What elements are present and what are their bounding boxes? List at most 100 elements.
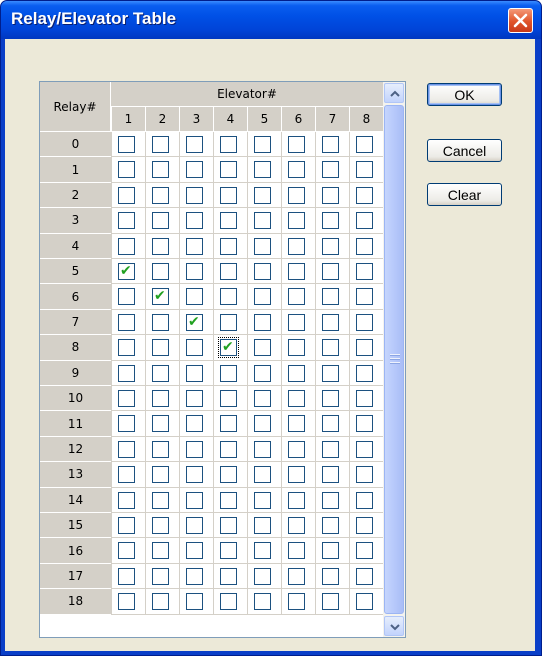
relay-elevator-checkbox[interactable] <box>254 364 271 382</box>
relay-elevator-checkbox[interactable] <box>220 593 237 611</box>
relay-elevator-checkbox[interactable] <box>186 440 203 458</box>
relay-elevator-checkbox[interactable] <box>322 136 339 153</box>
relay-elevator-checkbox[interactable] <box>322 593 339 611</box>
relay-elevator-checkbox[interactable] <box>288 339 305 357</box>
relay-elevator-checkbox[interactable] <box>220 161 237 179</box>
relay-elevator-checkbox[interactable]: ✔ <box>118 263 135 280</box>
relay-elevator-checkbox[interactable] <box>322 440 339 458</box>
relay-elevator-checkbox[interactable] <box>288 237 305 255</box>
relay-elevator-checkbox[interactable] <box>322 415 339 433</box>
relay-elevator-checkbox[interactable] <box>288 313 305 331</box>
relay-elevator-checkbox[interactable] <box>288 136 305 153</box>
relay-elevator-checkbox[interactable] <box>118 186 135 204</box>
title-bar[interactable]: Relay/Elevator Table <box>1 1 541 39</box>
relay-elevator-checkbox[interactable] <box>186 466 203 484</box>
relay-elevator-checkbox[interactable] <box>288 593 305 611</box>
relay-elevator-checkbox[interactable] <box>220 517 237 534</box>
relay-elevator-checkbox[interactable]: ✔ <box>152 288 169 306</box>
clear-button[interactable]: Clear <box>427 183 502 206</box>
relay-elevator-checkbox[interactable] <box>152 567 169 585</box>
relay-elevator-checkbox[interactable] <box>356 136 373 153</box>
relay-elevator-checkbox[interactable] <box>220 491 237 509</box>
relay-elevator-checkbox[interactable] <box>186 161 203 179</box>
close-button[interactable] <box>508 8 533 33</box>
relay-elevator-checkbox[interactable]: ✔ <box>218 337 239 359</box>
relay-elevator-checkbox[interactable] <box>322 237 339 255</box>
scroll-down-button[interactable] <box>384 616 404 636</box>
relay-elevator-checkbox[interactable] <box>152 415 169 433</box>
vertical-scrollbar[interactable] <box>383 82 405 637</box>
relay-elevator-checkbox[interactable] <box>322 390 339 407</box>
relay-elevator-checkbox[interactable] <box>152 161 169 179</box>
relay-elevator-checkbox[interactable] <box>322 466 339 484</box>
relay-elevator-checkbox[interactable] <box>356 440 373 458</box>
relay-elevator-checkbox[interactable] <box>152 136 169 153</box>
relay-elevator-checkbox[interactable] <box>288 415 305 433</box>
scroll-up-button[interactable] <box>384 83 404 103</box>
relay-elevator-checkbox[interactable] <box>220 390 237 407</box>
relay-elevator-checkbox[interactable] <box>288 390 305 407</box>
relay-elevator-checkbox[interactable] <box>186 288 203 306</box>
relay-elevator-checkbox[interactable] <box>356 567 373 585</box>
relay-elevator-checkbox[interactable] <box>186 364 203 382</box>
relay-elevator-checkbox[interactable] <box>152 212 169 230</box>
relay-elevator-checkbox[interactable] <box>220 466 237 484</box>
relay-elevator-checkbox[interactable] <box>152 466 169 484</box>
relay-elevator-checkbox[interactable] <box>356 542 373 560</box>
relay-elevator-checkbox[interactable] <box>356 517 373 534</box>
relay-elevator-checkbox[interactable] <box>322 161 339 179</box>
relay-elevator-checkbox[interactable] <box>186 567 203 585</box>
relay-elevator-checkbox[interactable] <box>186 491 203 509</box>
relay-elevator-checkbox[interactable] <box>254 466 271 484</box>
relay-elevator-checkbox[interactable] <box>356 491 373 509</box>
relay-elevator-checkbox[interactable] <box>254 491 271 509</box>
relay-elevator-checkbox[interactable] <box>356 593 373 611</box>
relay-elevator-checkbox[interactable] <box>186 186 203 204</box>
relay-elevator-checkbox[interactable] <box>186 390 203 407</box>
relay-elevator-checkbox[interactable] <box>220 263 237 280</box>
relay-elevator-checkbox[interactable] <box>356 186 373 204</box>
relay-elevator-checkbox[interactable] <box>288 567 305 585</box>
relay-elevator-checkbox[interactable] <box>288 440 305 458</box>
relay-elevator-checkbox[interactable] <box>118 136 135 153</box>
relay-elevator-checkbox[interactable] <box>152 440 169 458</box>
relay-elevator-checkbox[interactable] <box>356 263 373 280</box>
relay-elevator-checkbox[interactable] <box>118 593 135 611</box>
relay-elevator-checkbox[interactable] <box>356 237 373 255</box>
relay-elevator-checkbox[interactable] <box>322 542 339 560</box>
relay-elevator-checkbox[interactable] <box>186 237 203 255</box>
cancel-button[interactable]: Cancel <box>427 139 502 162</box>
relay-elevator-checkbox[interactable] <box>254 390 271 407</box>
relay-elevator-checkbox[interactable] <box>220 567 237 585</box>
relay-elevator-checkbox[interactable] <box>356 313 373 331</box>
relay-elevator-checkbox[interactable] <box>288 542 305 560</box>
relay-elevator-checkbox[interactable] <box>254 517 271 534</box>
relay-elevator-checkbox[interactable] <box>288 364 305 382</box>
relay-elevator-checkbox[interactable] <box>254 263 271 280</box>
relay-elevator-checkbox[interactable] <box>186 263 203 280</box>
relay-elevator-checkbox[interactable] <box>118 567 135 585</box>
relay-elevator-checkbox[interactable] <box>152 390 169 407</box>
relay-elevator-checkbox[interactable] <box>118 237 135 255</box>
relay-elevator-checkbox[interactable] <box>254 415 271 433</box>
relay-elevator-checkbox[interactable] <box>118 212 135 230</box>
relay-elevator-checkbox[interactable] <box>322 339 339 357</box>
relay-elevator-checkbox[interactable] <box>254 593 271 611</box>
relay-elevator-checkbox[interactable] <box>288 186 305 204</box>
relay-elevator-checkbox[interactable] <box>220 364 237 382</box>
relay-elevator-checkbox[interactable] <box>322 263 339 280</box>
relay-elevator-checkbox[interactable] <box>118 415 135 433</box>
relay-elevator-checkbox[interactable] <box>356 390 373 407</box>
relay-elevator-checkbox[interactable] <box>152 263 169 280</box>
relay-elevator-checkbox[interactable] <box>322 186 339 204</box>
relay-elevator-checkbox[interactable]: ✔ <box>186 313 203 331</box>
relay-elevator-checkbox[interactable] <box>118 491 135 509</box>
relay-elevator-checkbox[interactable] <box>322 212 339 230</box>
relay-elevator-checkbox[interactable] <box>118 161 135 179</box>
relay-elevator-checkbox[interactable] <box>254 339 271 357</box>
relay-elevator-checkbox[interactable] <box>356 364 373 382</box>
relay-elevator-checkbox[interactable] <box>356 212 373 230</box>
relay-elevator-checkbox[interactable] <box>254 542 271 560</box>
relay-elevator-checkbox[interactable] <box>254 567 271 585</box>
relay-elevator-checkbox[interactable] <box>186 517 203 534</box>
